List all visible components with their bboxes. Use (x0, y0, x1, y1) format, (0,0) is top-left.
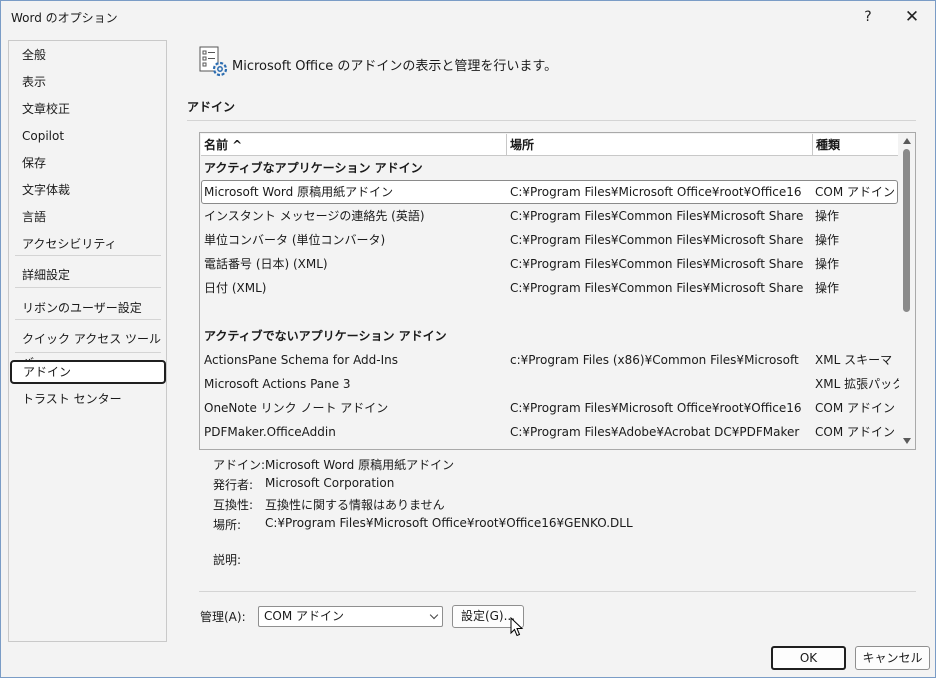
cell-type: COM アドイン (815, 425, 895, 439)
cell-location: C:¥Program Files¥Adobe¥Acrobat DC¥PDFMak… (510, 425, 800, 439)
table-row[interactable]: Microsoft Actions Pane 3 XML 拡張パック (201, 372, 899, 396)
cell-location: C:¥Program Files¥Common Files¥Microsoft … (510, 281, 804, 295)
cell-type: COM アドイン (815, 401, 895, 415)
manage-select[interactable]: COM アドイン (258, 606, 443, 627)
sidebar-item[interactable]: 文章校正 (9, 97, 166, 121)
detail-publisher-label: 発行者: (213, 478, 254, 492)
cell-name: Microsoft Word 原稿用紙アドイン (204, 185, 394, 199)
cell-location: C:¥Program Files¥Microsoft Office¥root¥O… (510, 185, 802, 199)
table-row[interactable]: PDFMaker.OfficeAddin C:¥Program Files¥Ado… (201, 420, 898, 444)
table-row[interactable]: OneNote リンク ノート アドイン C:¥Program Files¥Mic… (201, 396, 898, 420)
sidebar-item[interactable]: 保存 (9, 151, 166, 175)
cell-type: 操作 (815, 233, 840, 247)
ok-button[interactable]: OK (771, 646, 846, 670)
sidebar-item[interactable]: アクセシビリティ (9, 232, 166, 256)
section-title: アドイン (187, 100, 236, 114)
column-header-name[interactable]: 名前 ^ (201, 134, 507, 156)
sidebar-item[interactable]: リボンのユーザー設定 (9, 296, 166, 320)
sidebar-item[interactable]: 文字体裁 (9, 178, 166, 202)
sidebar-separator (15, 287, 161, 288)
sidebar-item[interactable]: クイック アクセス ツール バー (9, 327, 166, 370)
sidebar-item[interactable]: Copilot (9, 124, 166, 148)
detail-compat-label: 互換性: (213, 498, 254, 512)
table-row[interactable]: インスタント メッセージの連絡先 (英語) C:¥Program Files¥Co… (201, 204, 898, 228)
manage-label: 管理(A): (200, 610, 246, 624)
sidebar-item[interactable]: 全般 (9, 43, 166, 67)
cell-location: C:¥Program Files¥Common Files¥Microsoft … (510, 209, 804, 223)
bottom-divider (199, 591, 916, 592)
scroll-up-arrow-icon[interactable] (903, 138, 911, 144)
cell-type: 操作 (815, 209, 840, 223)
cell-name: 日付 (XML) (204, 281, 267, 295)
options-dialog: Word のオプション ? ✕ 全般 表示 文章校正 Copilot 保存 文字体裁 言語ア… (0, 0, 936, 678)
sidebar-item[interactable]: 表示 (9, 70, 166, 94)
table-row[interactable]: Microsoft Word 原稿用紙アドイン C:¥Program Files¥… (201, 180, 898, 204)
table-header: 名前 ^ 場所 種類 (201, 134, 898, 156)
table-row[interactable]: 電話番号 (日本) (XML) C:¥Program Files¥Common F… (201, 252, 898, 276)
cell-type: 操作 (815, 257, 840, 271)
sidebar-item[interactable]: 詳細設定 (9, 263, 166, 287)
column-header-type[interactable]: 種類 (813, 134, 898, 156)
detail-location-label: 場所: (213, 518, 242, 532)
sidebar: 全般表示文章校正 Copilot 保存文字体裁言語アクセシビリティ 詳細設定リボンのユ… (8, 40, 167, 642)
cell-location: C:¥Program Files¥Common Files¥Microsoft … (510, 233, 804, 247)
cell-name: 単位コンバータ (単位コンバータ) (204, 233, 386, 247)
cell-location: C:¥Program Files¥Common Files¥Microsoft … (510, 257, 804, 271)
detail-compat-value: 互換性に関する情報はありません (265, 498, 445, 512)
addin-settings-icon (199, 46, 228, 77)
cell-name: 電話番号 (日本) (XML) (204, 257, 328, 271)
table-scrollbar[interactable] (899, 133, 915, 449)
cell-type: XML 拡張パック (815, 377, 899, 391)
cell-name: PDFMaker.OfficeAddin (204, 425, 336, 439)
cancel-button[interactable]: キャンセル (855, 646, 930, 670)
detail-addin-value: Microsoft Word 原稿用紙アドイン (265, 458, 455, 472)
manage-select-value: COM アドイン (264, 609, 344, 623)
cell-location: c:¥Program Files (x86)¥Common Files¥Micr… (510, 353, 799, 367)
table-group-header: アクティブでないアプリケーション アドイン (201, 324, 898, 348)
cell-location: C:¥Program Files¥Microsoft Office¥root¥O… (510, 401, 802, 415)
table-row[interactable]: ActionsPane Schema for Add-Ins c:¥Program… (201, 348, 898, 372)
header-description: Microsoft Office のアドインの表示と管理を行います。 (232, 59, 558, 74)
table-group-header: アクティブなアプリケーション アドイン (201, 156, 898, 180)
title-bar: Word のオプション ? ✕ (1, 1, 935, 33)
detail-publisher-value: Microsoft Corporation (265, 476, 395, 490)
cell-name: Microsoft Actions Pane 3 (204, 377, 351, 391)
sidebar-item[interactable]: トラスト センター (9, 387, 166, 411)
sidebar-item[interactable]: 言語 (9, 205, 166, 229)
section-divider (187, 120, 916, 121)
scroll-down-arrow-icon[interactable] (903, 438, 911, 444)
column-header-location[interactable]: 場所 (507, 134, 813, 156)
addins-table: 名前 ^ 場所 種類 アクティブなアプリケーション アドイン Microsoft … (199, 132, 916, 450)
cell-type: COM アドイン (815, 185, 895, 199)
group-label: アクティブでないアプリケーション アドイン (204, 329, 447, 343)
detail-description-label: 説明: (213, 553, 242, 567)
chevron-down-icon (429, 610, 439, 620)
cell-type: 操作 (815, 281, 840, 295)
window-title: Word のオプション (11, 11, 118, 25)
cell-name: インスタント メッセージの連絡先 (英語) (204, 209, 425, 223)
scroll-thumb[interactable] (903, 149, 910, 312)
detail-location-value: C:¥Program Files¥Microsoft Office¥root¥O… (265, 516, 633, 530)
cell-type: XML スキーマ (815, 353, 893, 367)
sidebar-item[interactable]: アドイン (10, 360, 166, 384)
cell-name: OneNote リンク ノート アドイン (204, 401, 389, 415)
cell-name: ActionsPane Schema for Add-Ins (204, 353, 399, 367)
group-label: アクティブなアプリケーション アドイン (204, 161, 423, 175)
detail-addin-label: アドイン: (213, 458, 266, 472)
table-spacer (201, 300, 898, 324)
close-button[interactable]: ✕ (896, 5, 928, 29)
table-row[interactable]: 日付 (XML) C:¥Program Files¥Common Files¥Mi… (201, 276, 898, 300)
table-row[interactable]: 単位コンバータ (単位コンバータ) C:¥Program Files¥Common… (201, 228, 898, 252)
help-button[interactable]: ? (852, 5, 884, 29)
mouse-pointer-icon (510, 617, 524, 637)
